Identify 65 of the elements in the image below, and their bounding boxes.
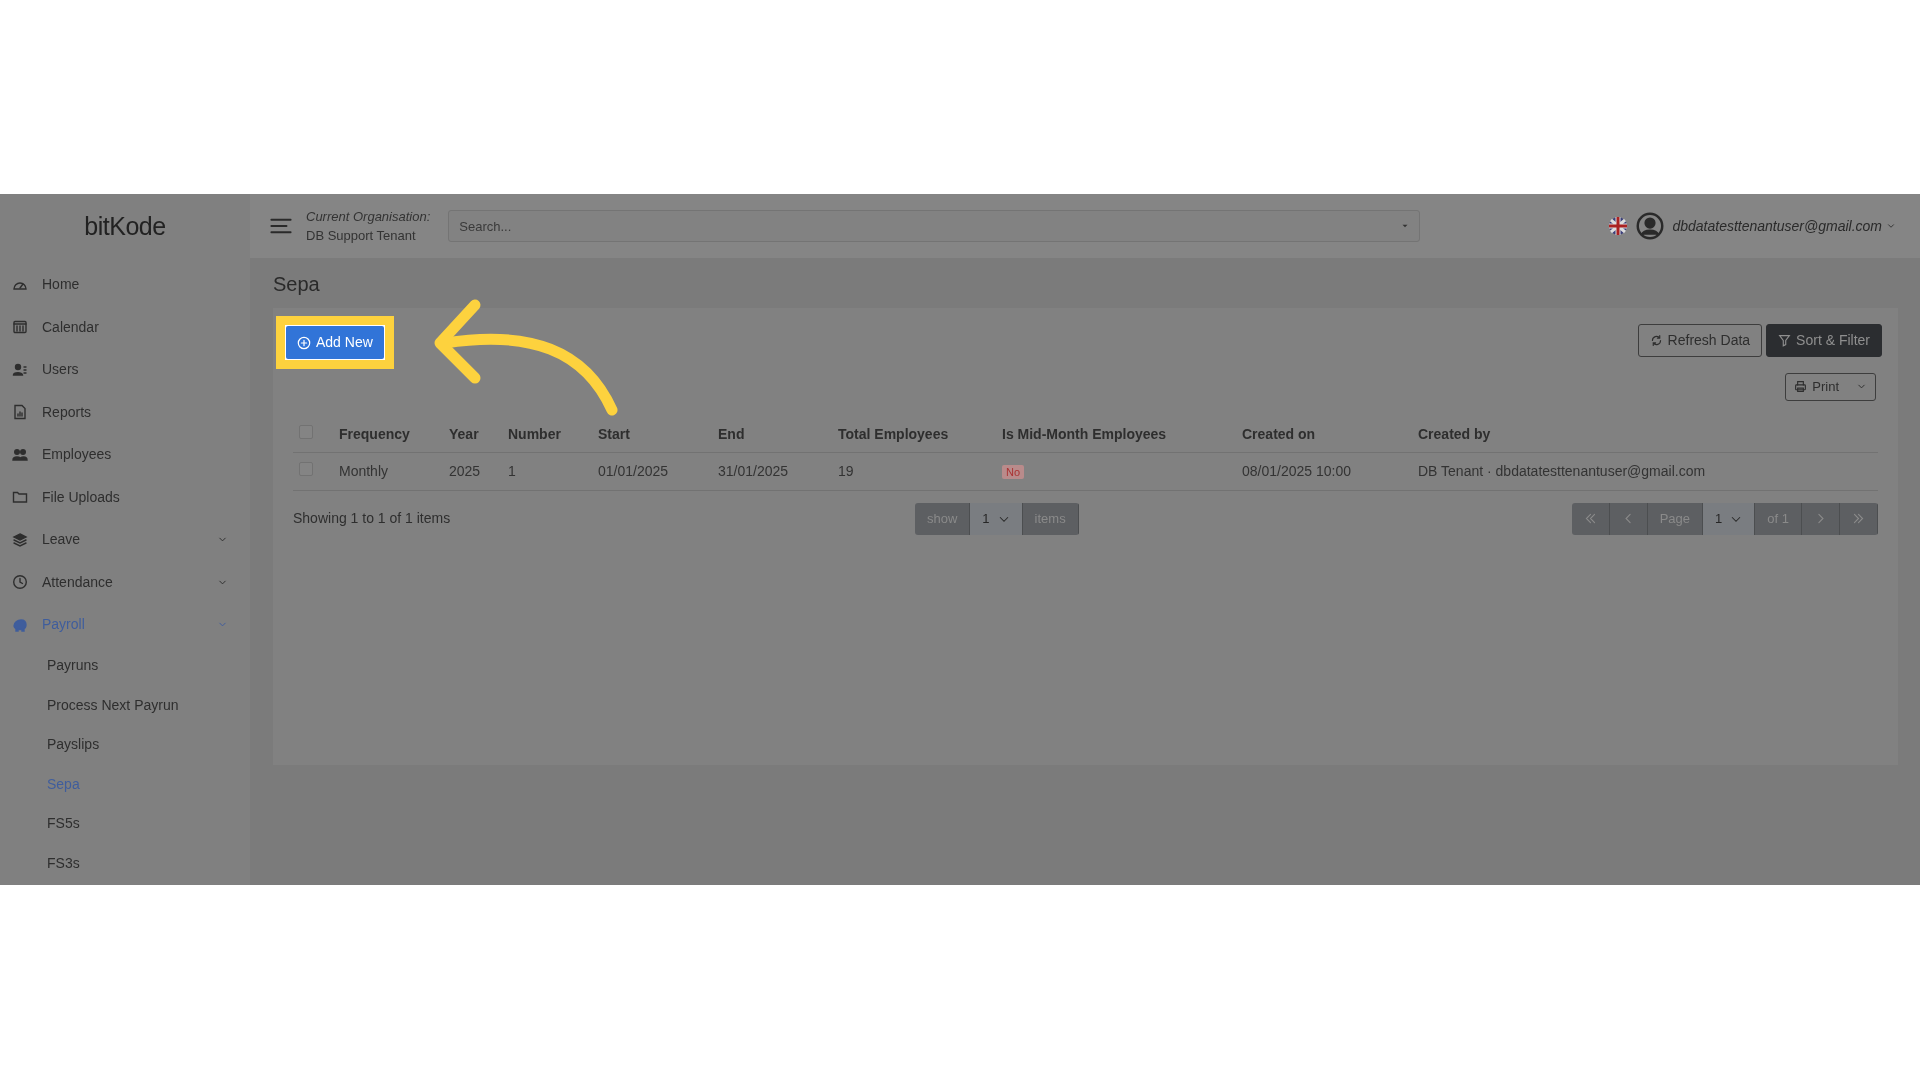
- plus-circle-icon: [297, 335, 311, 350]
- sidebar-item[interactable]: Users: [0, 348, 250, 391]
- column-header[interactable]: Year: [443, 416, 502, 452]
- refresh-icon: [1649, 334, 1663, 347]
- first-page-button[interactable]: [1571, 502, 1610, 535]
- next-page-button[interactable]: [1802, 502, 1840, 535]
- chevron-icon: [1886, 221, 1896, 231]
- results-summary: Showing 1 to 1 of 1 items: [293, 509, 452, 528]
- sidebar-item[interactable]: Calendar: [0, 306, 250, 349]
- sidebar-item[interactable]: Employees: [0, 433, 250, 476]
- double-chevron-left-icon: [1583, 512, 1597, 525]
- column-header[interactable]: Created on: [1236, 416, 1412, 452]
- sidebar-subitem[interactable]: FS5s: [0, 804, 80, 844]
- double-chevron-right-icon: [1852, 512, 1865, 525]
- sidebar-subitem[interactable]: FS3s: [0, 843, 80, 883]
- page-title: Sepa: [273, 272, 321, 296]
- previous-page-button[interactable]: [1609, 502, 1648, 535]
- refresh-data-button[interactable]: Refresh Data: [1637, 324, 1763, 357]
- filter-icon: [1778, 334, 1792, 347]
- table-cell: 08/01/2025 10:00: [1236, 452, 1412, 490]
- table-cell: 19: [832, 452, 996, 490]
- folder-icon: [12, 489, 28, 506]
- calendar-icon: [12, 319, 28, 336]
- column-header[interactable]: Is Mid-Month Employees: [996, 416, 1236, 452]
- sidebar-subitem[interactable]: Process Next Payrun: [0, 685, 179, 725]
- brand-logo: bitKode: [84, 211, 166, 242]
- sidebar-item[interactable]: File Uploads: [0, 476, 250, 519]
- print-button[interactable]: Print: [1785, 373, 1876, 401]
- page-select[interactable]: 1: [1703, 502, 1756, 535]
- piggy-bank-icon: [12, 616, 28, 633]
- search-field[interactable]: Search...: [448, 210, 1421, 242]
- sidebar-item[interactable]: Reports: [0, 391, 250, 434]
- users-icon: [12, 446, 28, 463]
- sidebar-item[interactable]: Home: [0, 263, 250, 306]
- sort-filter-button[interactable]: Sort & Filter: [1766, 324, 1882, 357]
- column-header[interactable]: Frequency: [333, 416, 443, 452]
- layers-icon: [12, 531, 28, 548]
- user-icon: [12, 361, 28, 378]
- table-cell: DB Tenant · dbdatatesttenantuser@gmail.com: [1412, 452, 1878, 490]
- table-cell: 31/01/2025: [712, 452, 832, 490]
- table-cell: 1: [502, 452, 592, 490]
- table-cell: 01/01/2025: [592, 452, 712, 490]
- status-badge: No: [1002, 464, 1025, 479]
- column-header[interactable]: Start: [592, 416, 712, 452]
- last-page-button[interactable]: [1840, 502, 1878, 535]
- user-menu[interactable]: dbdatatesttenantuser@gmail.com: [1672, 215, 1896, 237]
- report-icon: [12, 404, 28, 421]
- flag-icon: [1608, 216, 1629, 236]
- table-cell: Monthly: [333, 452, 443, 490]
- clock-icon: [12, 574, 28, 591]
- organisation-name: DB Support Tenant: [306, 227, 417, 245]
- sidebar-subitem[interactable]: Payruns: [0, 646, 99, 686]
- table-cell: 2025: [443, 452, 502, 490]
- avatar-icon: [1636, 212, 1665, 240]
- page-size-select[interactable]: 1: [970, 502, 1023, 535]
- printer-icon: [1794, 380, 1808, 394]
- sidebar-subitem[interactable]: Payslips: [0, 725, 100, 765]
- sidebar-item[interactable]: Attendance: [0, 561, 250, 604]
- sidebar-item[interactable]: Leave: [0, 518, 250, 561]
- add-new-button[interactable]: Add New: [286, 326, 384, 359]
- column-header[interactable]: Number: [502, 416, 592, 452]
- column-header[interactable]: Created by: [1412, 416, 1878, 452]
- column-header[interactable]: End: [712, 416, 832, 452]
- column-header[interactable]: Total Employees: [832, 416, 996, 452]
- organisation-label: Current Organisation:: [306, 207, 431, 226]
